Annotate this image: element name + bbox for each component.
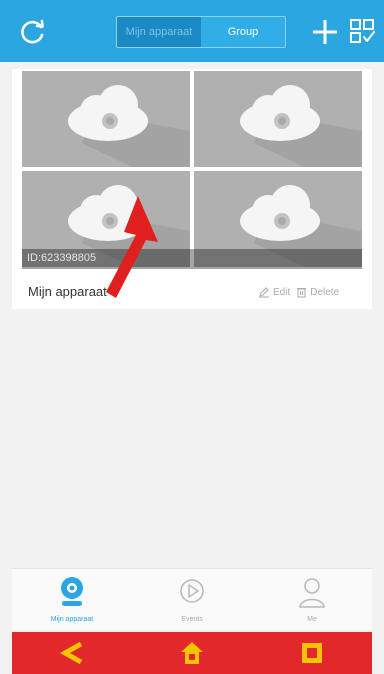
system-nav-bar (12, 632, 372, 674)
pencil-icon (259, 287, 269, 298)
tab-my-device-bottom[interactable]: Mijn apparaat (12, 569, 132, 630)
delete-label: Delete (310, 286, 340, 298)
tab-label-me: Me (307, 616, 317, 623)
device-actions: Edit Delete (258, 286, 339, 298)
home-button[interactable] (172, 638, 212, 668)
plus-icon[interactable] (310, 17, 340, 47)
tab-me[interactable]: Me (252, 569, 372, 630)
thumbnail-2[interactable] (194, 71, 362, 167)
segment-control: Mijn apparaat Group (116, 16, 286, 48)
tab-events[interactable]: Events (132, 569, 252, 630)
cloud-camera-icon (68, 85, 190, 167)
device-thumbnail-grid[interactable] (22, 71, 362, 269)
tab-my-device[interactable]: Mijn apparaat (117, 17, 201, 47)
refresh-icon[interactable] (18, 17, 48, 47)
back-icon (59, 641, 83, 665)
person-icon (299, 578, 325, 608)
recents-icon (302, 643, 322, 663)
qr-scan-icon[interactable] (349, 18, 375, 44)
tab-label-my-device: Mijn apparaat (50, 616, 94, 623)
device-id: ID:623398805 (27, 252, 97, 264)
recents-button[interactable] (292, 638, 332, 668)
device-name: Mijn apparaat (28, 284, 107, 299)
device-id-strip: ID:623398805 (22, 249, 362, 269)
play-circle-icon (180, 579, 204, 603)
back-button[interactable] (52, 638, 92, 668)
camera-icon (61, 577, 83, 606)
cloud-camera-icon (240, 85, 362, 167)
tab-label-events: Events (181, 616, 203, 623)
trash-icon (297, 288, 307, 298)
edit-label: Edit (273, 286, 291, 298)
bottom-tab-bar: Mijn apparaat Events Me (12, 568, 372, 630)
edit-button[interactable]: Edit (258, 286, 290, 298)
top-bar: Mijn apparaat Group (0, 0, 384, 62)
thumbnail-1[interactable] (22, 71, 190, 167)
delete-button[interactable]: Delete (296, 286, 339, 298)
app-screen: Mijn apparaat Group ID:623398805 Mijn ap… (0, 0, 384, 674)
tab-group[interactable]: Group (201, 17, 285, 47)
device-card: ID:623398805 (12, 69, 372, 309)
home-icon (181, 642, 203, 664)
